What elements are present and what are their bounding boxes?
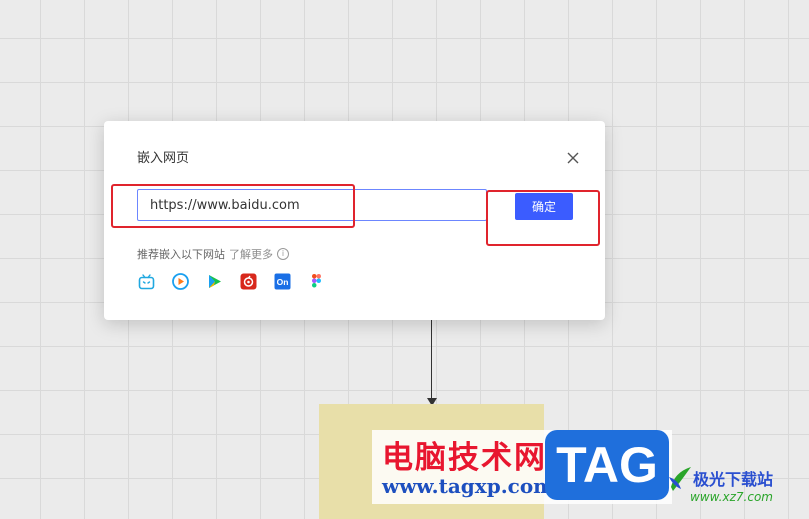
close-icon — [567, 152, 579, 164]
learn-more-link[interactable]: 了解更多 — [229, 246, 273, 262]
connector-line[interactable] — [431, 320, 432, 400]
dialog-title: 嵌入网页 — [137, 151, 190, 166]
bilibili-icon[interactable] — [138, 273, 155, 290]
brand-url: www.xz7.com — [690, 490, 773, 504]
watermark-url: www.tagxp.com — [382, 474, 555, 498]
tag-logo-badge: TAG — [545, 430, 669, 500]
recommend-label: 推荐嵌入以下网站 — [137, 248, 225, 261]
netease-music-icon[interactable] — [240, 273, 257, 290]
close-button[interactable] — [564, 149, 582, 167]
svg-text:On: On — [277, 277, 289, 287]
embed-webpage-dialog: 嵌入网页 确定 推荐嵌入以下网站 了解更多 i — [104, 121, 605, 320]
processon-icon[interactable]: On — [274, 273, 291, 290]
figma-icon[interactable] — [308, 273, 325, 290]
site-icon-row: On — [138, 273, 325, 290]
info-icon[interactable]: i — [277, 248, 289, 260]
confirm-button[interactable]: 确定 — [515, 193, 573, 220]
brand-name: 极光下载站 — [693, 470, 774, 489]
tencent-video-icon[interactable] — [172, 273, 189, 290]
xz7-logo-icon — [669, 467, 691, 491]
watermark-title: 电脑技术网 — [382, 440, 547, 476]
recommend-row: 推荐嵌入以下网站 了解更多 i — [137, 246, 289, 262]
url-input[interactable] — [137, 189, 487, 221]
iqiyi-icon[interactable] — [206, 273, 223, 290]
